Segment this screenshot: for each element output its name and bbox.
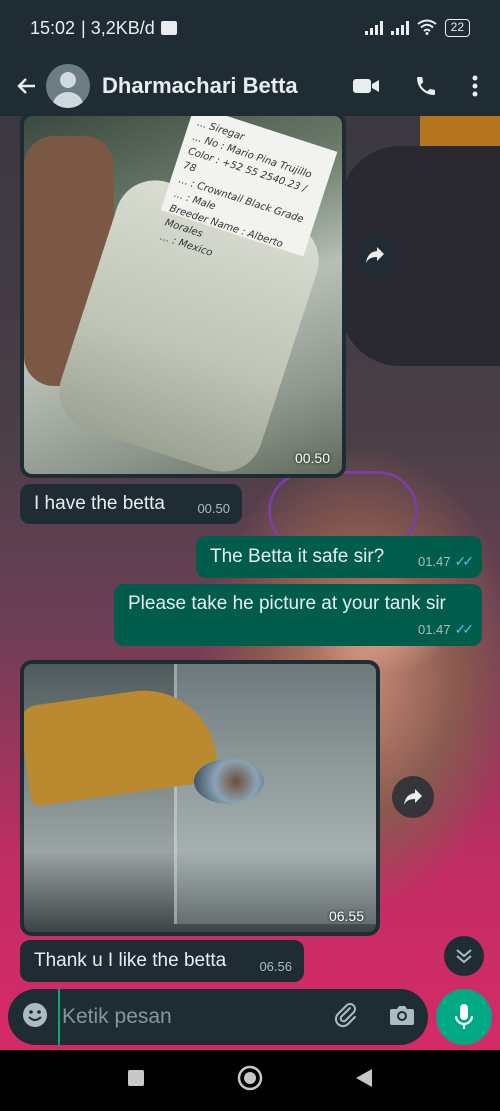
emoji-icon[interactable] — [22, 1002, 48, 1033]
chat-wallpaper: ... Siregar ... No : Mario Pina Trujillo… — [0, 116, 500, 1050]
status-time: 15:02 — [30, 17, 76, 38]
voice-call-icon[interactable] — [414, 74, 438, 98]
signal-2-icon — [390, 21, 409, 35]
read-ticks-icon: ✓✓ — [454, 553, 475, 569]
scroll-to-bottom-button[interactable] — [444, 936, 484, 976]
message-time: 06.56 — [259, 959, 292, 974]
outgoing-message[interactable]: Please take he picture at your tank sir … — [114, 584, 482, 646]
attach-icon[interactable] — [333, 1002, 359, 1033]
read-ticks-icon: ✓✓ — [454, 621, 475, 637]
microphone-icon — [454, 1004, 474, 1029]
incoming-message[interactable]: Thank u I like the betta 06.56 — [20, 940, 304, 982]
betta-tank-photo[interactable]: 06.55 — [24, 664, 376, 932]
message-time: 00.50 — [294, 450, 330, 466]
system-nav-bar — [0, 1050, 500, 1111]
home-icon[interactable] — [236, 1064, 264, 1097]
bottle-photo[interactable]: ... Siregar ... No : Mario Pina Trujillo… — [24, 116, 342, 474]
message-text: I have the betta — [34, 493, 165, 514]
bottle-label: ... Siregar ... No : Mario Pina Trujillo… — [159, 116, 338, 259]
camera-icon[interactable] — [389, 1004, 415, 1031]
contact-name[interactable]: Dharmachari Betta — [102, 73, 298, 99]
battery-indicator: 22 — [444, 19, 470, 37]
message-text: The Betta it safe sir? — [210, 546, 385, 567]
back-nav-icon[interactable] — [354, 1067, 374, 1094]
image-message[interactable]: 06.55 — [20, 660, 380, 936]
message-text: Please take he picture at your tank sir — [128, 593, 446, 614]
signal-icon — [364, 21, 383, 35]
forward-icon[interactable] — [392, 776, 434, 818]
wifi-icon — [417, 19, 437, 38]
video-call-icon[interactable] — [352, 76, 380, 96]
more-vertical-icon[interactable] — [472, 75, 478, 97]
message-time: 06.55 — [328, 908, 364, 924]
photo-betta-fish — [194, 759, 264, 804]
gallery-notification-icon — [160, 21, 177, 35]
message-time: 00.50 — [197, 501, 230, 516]
message-input[interactable] — [58, 989, 333, 1045]
outgoing-message[interactable]: The Betta it safe sir? 01.47 ✓✓ — [196, 536, 482, 578]
message-meta: 01.47 ✓✓ — [417, 621, 475, 638]
microphone-button[interactable] — [436, 989, 492, 1045]
message-text: Thank u I like the betta — [34, 950, 227, 971]
forward-icon[interactable] — [354, 234, 396, 276]
message-time: 01.47 — [417, 554, 451, 569]
incoming-message[interactable]: I have the betta 00.50 — [20, 484, 242, 524]
status-data-rate: | 3,2KB/d — [81, 17, 155, 38]
image-message[interactable]: ... Siregar ... No : Mario Pina Trujillo… — [20, 116, 346, 478]
message-input-box — [8, 989, 428, 1045]
avatar[interactable] — [46, 64, 90, 108]
status-bar: 15:02 | 3,2KB/d 22 — [0, 0, 500, 56]
message-composer — [8, 988, 492, 1046]
message-meta: 01.47 ✓✓ — [417, 553, 475, 570]
back-arrow-icon[interactable] — [12, 74, 42, 98]
message-time: 01.47 — [417, 622, 451, 637]
recents-icon[interactable] — [126, 1068, 146, 1093]
chat-header: Dharmachari Betta — [0, 56, 500, 116]
